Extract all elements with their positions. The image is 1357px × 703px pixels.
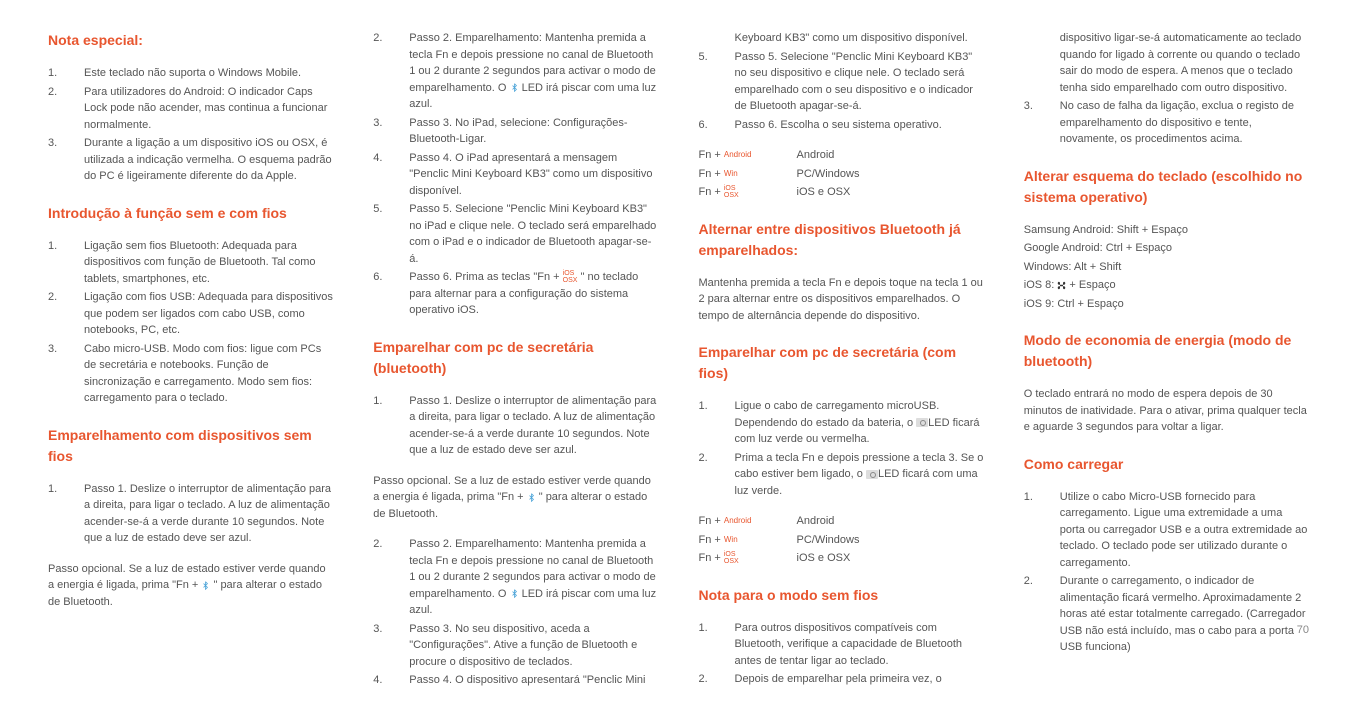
heading-emparelhamento-sem-fios: Emparelhamento com disposi­tivos sem fio… bbox=[48, 425, 333, 467]
list-item: Para utilizadores do Android: O indicado… bbox=[84, 84, 333, 134]
list-item: Utilize o cabo Micro-USB fornecido para … bbox=[1060, 489, 1309, 572]
list-item: Ligação com fios USB: Adequada para disp… bbox=[84, 289, 333, 339]
column-2: 2.Passo 2. Emparelhamento: Mantenha prem… bbox=[373, 30, 658, 703]
heading-como-carregar: Como carregar bbox=[1024, 454, 1309, 475]
optional-step: Passo opcional. Se a luz de estado estiv… bbox=[373, 473, 658, 523]
shortcut-line: Google Android: Ctrl + Espaço bbox=[1024, 240, 1309, 257]
bluetooth-icon bbox=[510, 589, 519, 598]
fn-value: PC/Windows bbox=[797, 532, 984, 549]
list-item: Passo 3. No iPad, selecione: Configuraçõ… bbox=[409, 115, 658, 148]
android-icon: Android bbox=[724, 149, 752, 161]
list-emparelhamento: 1.Passo 1. Deslize o interruptor de alim… bbox=[48, 481, 333, 547]
optional-step: Passo opcional. Se a luz de estado estiv… bbox=[48, 561, 333, 611]
column-1: Nota especial: 1.Este teclado não suport… bbox=[48, 30, 333, 703]
list-item: Cabo micro-USB. Modo com fios: ligue com… bbox=[84, 341, 333, 407]
list-carregar: 1.Utilize o cabo Micro-USB fornecido par… bbox=[1024, 489, 1309, 656]
heading-economia-energia: Modo de economia de energia (modo de blu… bbox=[1024, 330, 1309, 372]
heading-alterar-esquema: Alterar esquema do teclado (escolhido no… bbox=[1024, 166, 1309, 208]
shortcut-line: iOS 9: Ctrl + Espaço bbox=[1024, 296, 1309, 313]
android-icon: Android bbox=[724, 515, 752, 527]
heading-emparelhar-fios: Emparelhar com pc de secretária (com fio… bbox=[699, 342, 984, 384]
fn-value: PC/Windows bbox=[797, 166, 984, 183]
list-item: Ligação sem fios Bluetooth: Adequada par… bbox=[84, 238, 333, 288]
fn-value: Android bbox=[797, 147, 984, 164]
list-item: Para outros dispositivos compatíveis com… bbox=[735, 620, 984, 670]
heading-emparelhar-bluetooth: Emparelhar com pc de secretária (bluetoo… bbox=[373, 337, 658, 379]
page-number: 70 bbox=[1297, 622, 1309, 639]
ios-osx-icon: iOSOSX bbox=[724, 185, 739, 199]
heading-introducao: Introdução à função sem e com fios bbox=[48, 203, 333, 224]
list-nota-especial: 1.Este teclado não suporta o Windows Mob… bbox=[48, 65, 333, 185]
fn-value: iOS e OSX bbox=[797, 184, 984, 201]
list-emparelhar-bt-2: 2.Passo 2. Emparelhamento: Mantenha prem… bbox=[373, 536, 658, 689]
list-item: Passo 2. Emparelhamento: Mantenha premid… bbox=[409, 30, 658, 113]
list-continued: 2.Passo 2. Emparelhamento: Mantenha prem… bbox=[373, 30, 658, 319]
power-led-icon bbox=[916, 418, 928, 427]
list-continued: dispositivo ligar-se-á automaticamente a… bbox=[1024, 30, 1309, 148]
list-item: Passo 2. Emparelhamento: Mantenha premid… bbox=[409, 536, 658, 619]
list-item: Passo 1. Deslize o interruptor de alimen… bbox=[84, 481, 333, 547]
list-item: Passo 3. No seu dispositivo, aceda a "Co… bbox=[409, 621, 658, 671]
list-item: Passo 4. O iPad apresentará a mensagem "… bbox=[409, 150, 658, 200]
list-item: Depois de emparelhar pela primeira vez, … bbox=[735, 671, 984, 688]
list-item: Passo 6. Escolha o seu sistema operativo… bbox=[735, 117, 984, 134]
ios-osx-icon: iOSOSX bbox=[563, 270, 578, 284]
fn-table: Fn + AndroidAndroid Fn + WinPC/Windows F… bbox=[699, 147, 984, 201]
paragraph: O teclado entrará no modo de espera depo… bbox=[1024, 386, 1309, 436]
list-item: No caso de falha da ligação, exclua o re… bbox=[1060, 98, 1309, 148]
win-icon: Win bbox=[724, 534, 738, 546]
shortcut-line: Windows: Alt + Shift bbox=[1024, 259, 1309, 276]
bluetooth-icon bbox=[510, 83, 519, 92]
list-item: Prima a tecla Fn e depois pressione a te… bbox=[735, 450, 984, 500]
column-3: Keyboard KB3" como um dispositivo dispon… bbox=[699, 30, 984, 703]
list-item: Durante a ligação a um dispositivo iOS o… bbox=[84, 135, 333, 185]
ios-osx-icon: iOSOSX bbox=[724, 551, 739, 565]
list-item: Passo 5. Selecione "Penclic Mini Keyboar… bbox=[735, 49, 984, 115]
list-item: dispositivo ligar-se-á automaticamente a… bbox=[1060, 30, 1309, 96]
heading-nota-sem-fios: Nota para o modo sem fios bbox=[699, 585, 984, 606]
list-item: Keyboard KB3" como um dispositivo dispon… bbox=[735, 30, 984, 47]
shortcut-line: Samsung Android: Shift + Espaço bbox=[1024, 222, 1309, 239]
heading-nota-especial: Nota especial: bbox=[48, 30, 333, 51]
bluetooth-icon bbox=[527, 493, 536, 502]
fn-value: Android bbox=[797, 513, 984, 530]
power-led-icon bbox=[866, 470, 878, 479]
list-com-fios: 1.Ligue o cabo de carregamento microUSB.… bbox=[699, 398, 984, 499]
list-item: Passo 6. Prima as teclas "Fn + iOSOSX " … bbox=[409, 269, 658, 319]
page-columns: Nota especial: 1.Este teclado não suport… bbox=[48, 30, 1309, 703]
list-item: Passo 1. Deslize o interruptor de alimen… bbox=[409, 393, 658, 459]
column-4: dispositivo ligar-se-á automaticamente a… bbox=[1024, 30, 1309, 703]
list-continued: Keyboard KB3" como um dispositivo dispon… bbox=[699, 30, 984, 133]
list-item: Este teclado não suporta o Windows Mobil… bbox=[84, 65, 333, 82]
list-emparelhar-bt: 1.Passo 1. Deslize o interruptor de alim… bbox=[373, 393, 658, 459]
list-item: Passo 5. Selecione "Penclic Mini Keyboar… bbox=[409, 201, 658, 267]
shortcut-line: iOS 8: + Espaço bbox=[1024, 277, 1309, 294]
paragraph: Mantenha premida a tecla Fn e depois toq… bbox=[699, 275, 984, 325]
list-nota-sem-fios: 1.Para outros dispositivos compatíveis c… bbox=[699, 620, 984, 688]
win-icon: Win bbox=[724, 168, 738, 180]
list-item: Passo 4. O dispositivo apresentará "Penc… bbox=[409, 672, 658, 689]
fn-table: Fn + AndroidAndroid Fn + WinPC/Windows F… bbox=[699, 513, 984, 567]
heading-alternar: Alternar entre dispositivos Bluetooth já… bbox=[699, 219, 984, 261]
list-item: Durante o carregamento, o indicador de a… bbox=[1060, 573, 1309, 656]
fn-value: iOS e OSX bbox=[797, 550, 984, 567]
list-introducao: 1.Ligação sem fios Bluetooth: Adequada p… bbox=[48, 238, 333, 407]
list-item: Ligue o cabo de carregamento microUSB. D… bbox=[735, 398, 984, 448]
